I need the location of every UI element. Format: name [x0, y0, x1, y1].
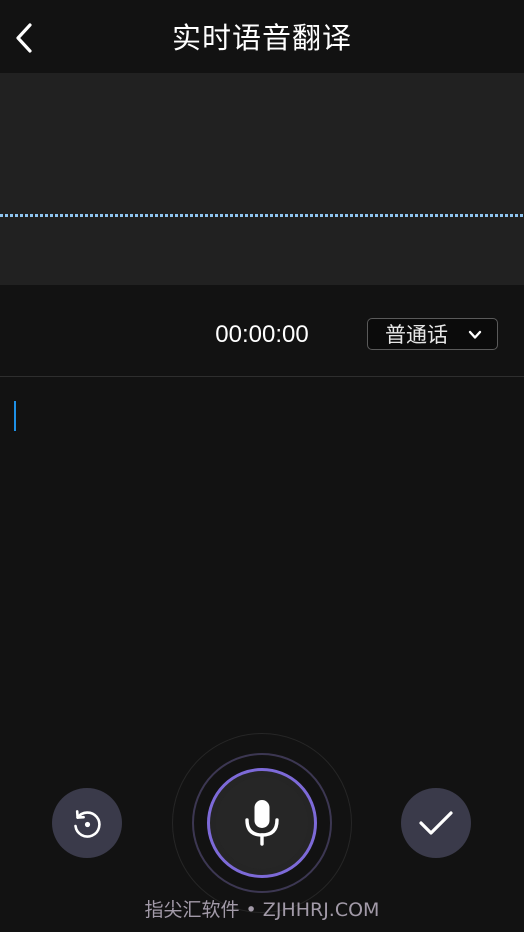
check-icon [419, 811, 453, 835]
page-title: 实时语音翻译 [171, 21, 352, 55]
record-button-inner [216, 777, 308, 869]
confirm-button[interactable] [401, 788, 471, 858]
record-button[interactable] [207, 768, 317, 878]
rotate-ccw-icon [74, 810, 101, 838]
header-bar: 实时语音翻译 [0, 0, 524, 73]
reset-button[interactable] [52, 788, 122, 858]
watermark-text: 指尖汇软件 • ZJHHRJ.COM [144, 899, 380, 921]
waveform-panel [0, 73, 524, 285]
recording-timer: 00:00:00 [215, 321, 309, 348]
transcript-area[interactable] [0, 377, 524, 717]
waveform-line [0, 214, 524, 217]
language-select[interactable]: 普通话 [367, 318, 498, 350]
chevron-down-icon [468, 330, 482, 339]
text-cursor [14, 401, 16, 431]
microphone-icon [245, 800, 279, 846]
language-select-label: 普通话 [385, 323, 448, 347]
